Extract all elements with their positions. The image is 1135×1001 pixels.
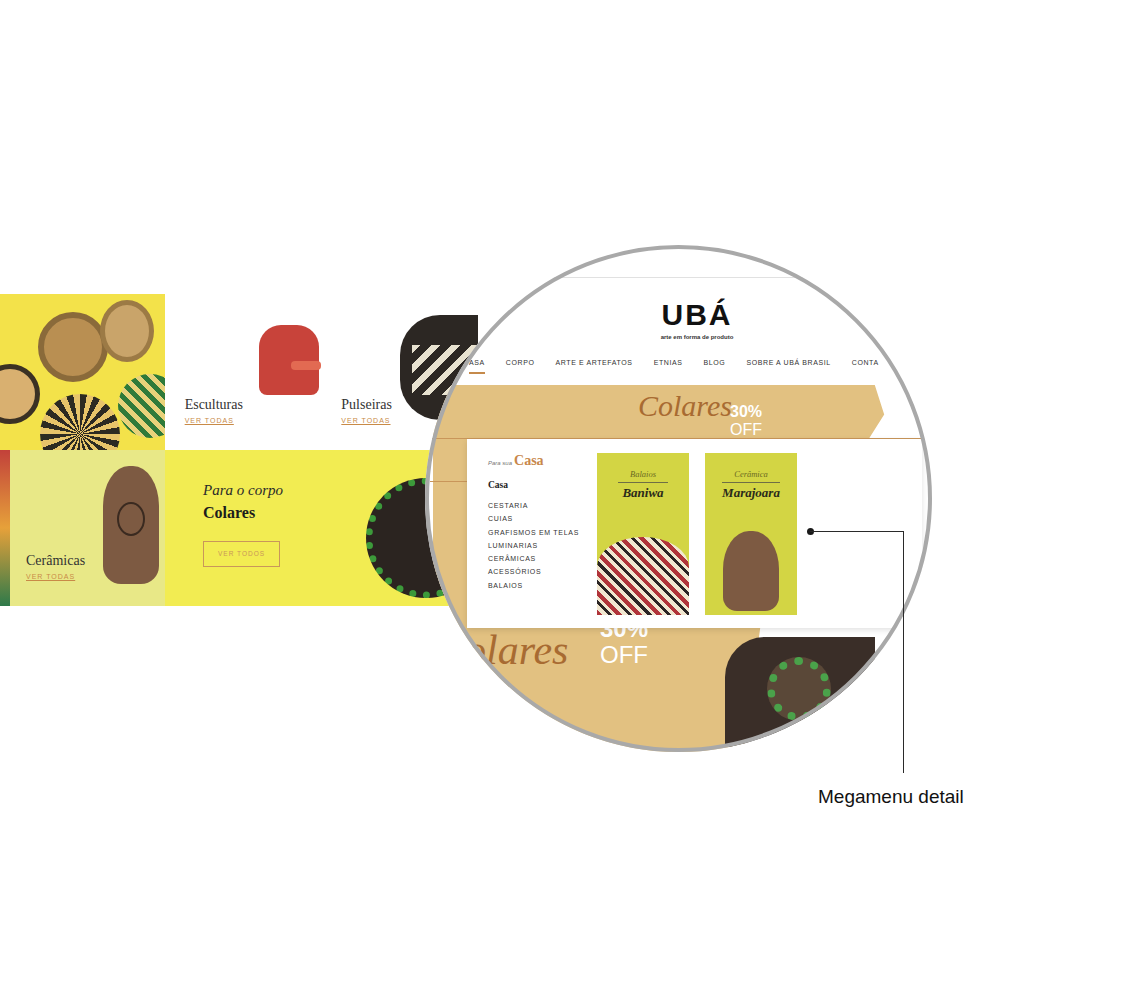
promo-title: Colares: [203, 503, 255, 523]
see-all-button[interactable]: VER TODOS: [203, 541, 280, 567]
callout-label: Megamenu detail: [818, 785, 964, 809]
megamenu-section[interactable]: Casa: [488, 479, 589, 491]
nav-item[interactable]: CONTA: [852, 358, 879, 374]
vase-photo: [103, 466, 159, 584]
banner-script: olares: [465, 626, 568, 674]
promo-card[interactable]: Cerâmica Marajoara: [705, 453, 797, 615]
promo-kicker: Para o corpo: [203, 481, 283, 499]
magnifier: UBÁ arte em forma de produto ASA CORPO ART…: [425, 245, 932, 752]
card-photo: [705, 537, 797, 615]
megamenu-item[interactable]: GRAFISMOS EM TELAS: [488, 526, 589, 539]
tile-title: Cerâmicas: [26, 553, 85, 569]
logo-tagline: arte em forma de produto: [625, 333, 769, 341]
cut-photo: [0, 450, 10, 606]
megamenu-column: Para sua Casa Casa CESTARIACUIASGRAFISMO…: [467, 439, 597, 628]
card-kicker: Balaios: [618, 469, 668, 483]
megamenu: Para sua Casa Casa CESTARIACUIASGRAFISMO…: [467, 439, 922, 628]
card-photo: [597, 537, 689, 615]
nav-item[interactable]: ETNIAS: [654, 358, 683, 374]
megamenu-kicker: Para sua: [488, 458, 512, 468]
megamenu-item[interactable]: CESTARIA: [488, 499, 589, 512]
banner-script: Colares: [638, 388, 732, 424]
promo-card[interactable]: Balaios Baniwa: [597, 453, 689, 615]
main-nav: ASA CORPO ARTE E ARTEFATOS ETNIAS BLOG SOBRE …: [469, 358, 879, 374]
megamenu-heading: Casa: [514, 453, 544, 469]
megamenu-list: CESTARIACUIASGRAFISMOS EM TELASLUMINARIA…: [488, 499, 589, 592]
see-all-link[interactable]: VER TODAS: [185, 416, 243, 426]
tile-title: Esculturas: [185, 397, 243, 413]
grid-row: Esculturas VER TODAS Pulseiras VER TODAS: [0, 294, 478, 450]
nav-item[interactable]: ARTE E ARTEFATOS: [555, 358, 632, 374]
card-title: Baniwa: [622, 485, 663, 501]
megamenu-item[interactable]: CERÂMICAS: [488, 552, 589, 565]
card-title: Marajoara: [722, 485, 780, 501]
necklace-photo: [725, 637, 875, 747]
ceramics-tile[interactable]: Cerâmicas VER TODAS: [10, 450, 165, 606]
sculpture-tile[interactable]: Esculturas VER TODAS: [165, 294, 322, 450]
nav-item[interactable]: ASA: [469, 358, 485, 374]
megamenu-cards: Balaios Baniwa Cerâmica Marajoara: [597, 439, 797, 628]
megamenu-item[interactable]: ACESSÓRIOS: [488, 565, 589, 578]
card-kicker: Cerâmica: [722, 469, 780, 483]
sculpture-photo: [255, 315, 321, 398]
megamenu-item[interactable]: LUMINARIAS: [488, 539, 589, 552]
tile-title: Pulseiras: [341, 397, 392, 413]
logo-word[interactable]: UBÁ: [625, 299, 769, 331]
magnifier-ring: [425, 245, 932, 752]
megamenu-item[interactable]: CUIAS: [488, 512, 589, 525]
logo[interactable]: UBÁ arte em forma de produto: [625, 299, 769, 341]
nav-item[interactable]: BLOG: [704, 358, 726, 374]
megamenu-item[interactable]: BALAIOS: [488, 579, 589, 592]
see-all-link[interactable]: VER TODAS: [26, 572, 85, 582]
banner-off: OFF: [600, 642, 648, 668]
grid-row: Cerâmicas VER TODAS Para o corpo Colares…: [0, 450, 478, 606]
baskets-photo[interactable]: [0, 294, 165, 450]
see-all-link[interactable]: VER TODAS: [341, 416, 392, 426]
banner-percent: 30%: [730, 403, 762, 421]
banner-off: OFF: [730, 421, 762, 439]
nav-item[interactable]: SOBRE A UBÁ BRASIL: [746, 358, 830, 374]
callout-line: [903, 531, 904, 773]
product-grid: Esculturas VER TODAS Pulseiras VER TODAS…: [0, 294, 478, 606]
nav-item[interactable]: CORPO: [506, 358, 535, 374]
callout-line: [810, 531, 904, 532]
